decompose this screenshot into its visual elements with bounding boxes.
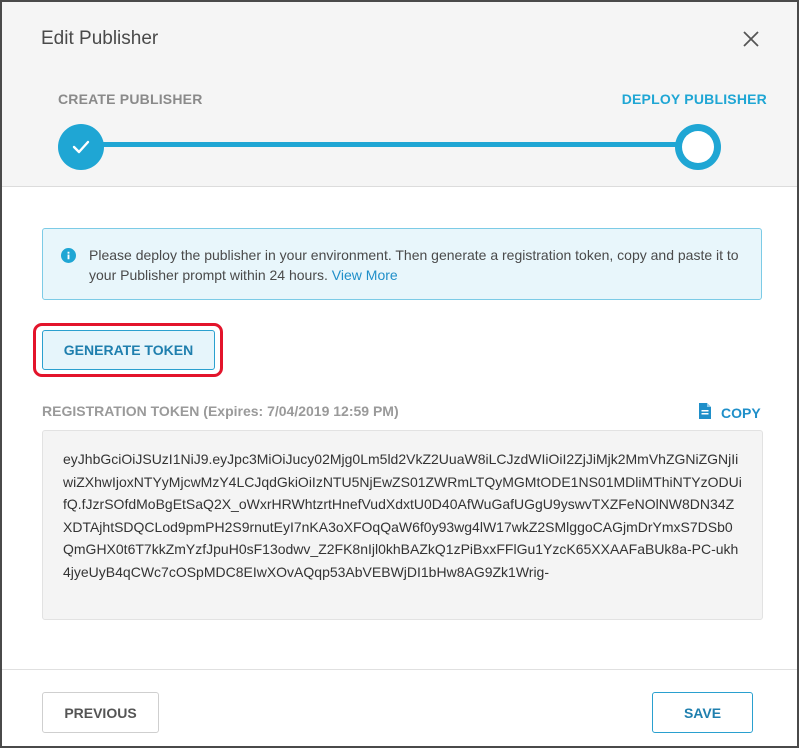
token-expiry: (Expires: 7/04/2019 12:59 PM) xyxy=(203,403,399,419)
registration-token-title: REGISTRATION TOKEN xyxy=(42,403,200,419)
save-button[interactable]: SAVE xyxy=(652,692,753,733)
token-value: eyJhbGciOiJSUzI1NiJ9.eyJpc3MiOiJucy02Mjg… xyxy=(63,451,742,580)
stepper: CREATE PUBLISHER DEPLOY PUBLISHER xyxy=(2,74,797,187)
document-icon xyxy=(699,403,711,419)
close-icon[interactable] xyxy=(740,28,762,50)
previous-button[interactable]: PREVIOUS xyxy=(42,692,159,733)
copy-label: COPY xyxy=(721,405,761,421)
info-banner: Please deploy the publisher in your envi… xyxy=(42,228,762,300)
info-icon xyxy=(61,248,76,263)
step-label-deploy-publisher: DEPLOY PUBLISHER xyxy=(621,91,767,107)
token-display[interactable]: eyJhbGciOiJSUzI1NiJ9.eyJpc3MiOiJucy02Mjg… xyxy=(42,430,763,620)
info-message: Please deploy the publisher in your envi… xyxy=(89,245,749,285)
info-message-text: Please deploy the publisher in your envi… xyxy=(89,247,739,283)
step-current-marker xyxy=(675,124,721,170)
stepper-track xyxy=(82,142,697,147)
generate-token-button[interactable]: GENERATE TOKEN xyxy=(42,330,215,370)
step-completed-marker xyxy=(58,124,104,170)
checkmark-icon xyxy=(72,140,90,154)
step-label-create-publisher: CREATE PUBLISHER xyxy=(58,91,203,107)
edit-publisher-dialog: Edit Publisher CREATE PUBLISHER DEPLOY P… xyxy=(0,0,799,748)
dialog-title: Edit Publisher xyxy=(41,28,159,49)
registration-token-label: REGISTRATION TOKEN (Expires: 7/04/2019 1… xyxy=(42,403,399,419)
dialog-header: Edit Publisher xyxy=(2,2,797,74)
view-more-link[interactable]: View More xyxy=(332,267,398,283)
footer-divider xyxy=(2,669,797,670)
